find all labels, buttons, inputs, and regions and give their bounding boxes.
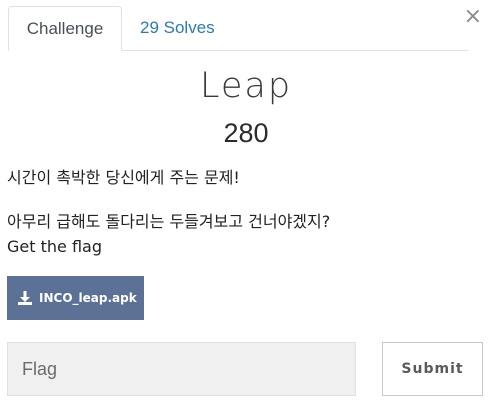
tab-challenge[interactable]: Challenge [8, 6, 122, 51]
description-line: 아무리 급해도 돌다리는 두들겨보고 건너야겠지? [7, 212, 331, 231]
close-icon[interactable]: × [464, 6, 482, 28]
challenge-tabs: Challenge 29 Solves [8, 6, 468, 51]
file-download-button[interactable]: INCO_leap.apk [7, 276, 144, 320]
description-line: 시간이 촉박한 당신에게 주는 문제! [7, 168, 240, 187]
description-line: Get the flag [7, 237, 102, 256]
flag-input[interactable] [7, 342, 356, 396]
submit-button[interactable]: Submit [382, 342, 483, 396]
challenge-name: Leap [199, 66, 293, 106]
file-name: INCO_leap.apk [39, 291, 137, 305]
download-icon [17, 290, 33, 306]
challenge-points: 280 [223, 118, 269, 148]
tab-solves[interactable]: 29 Solves [140, 6, 215, 50]
